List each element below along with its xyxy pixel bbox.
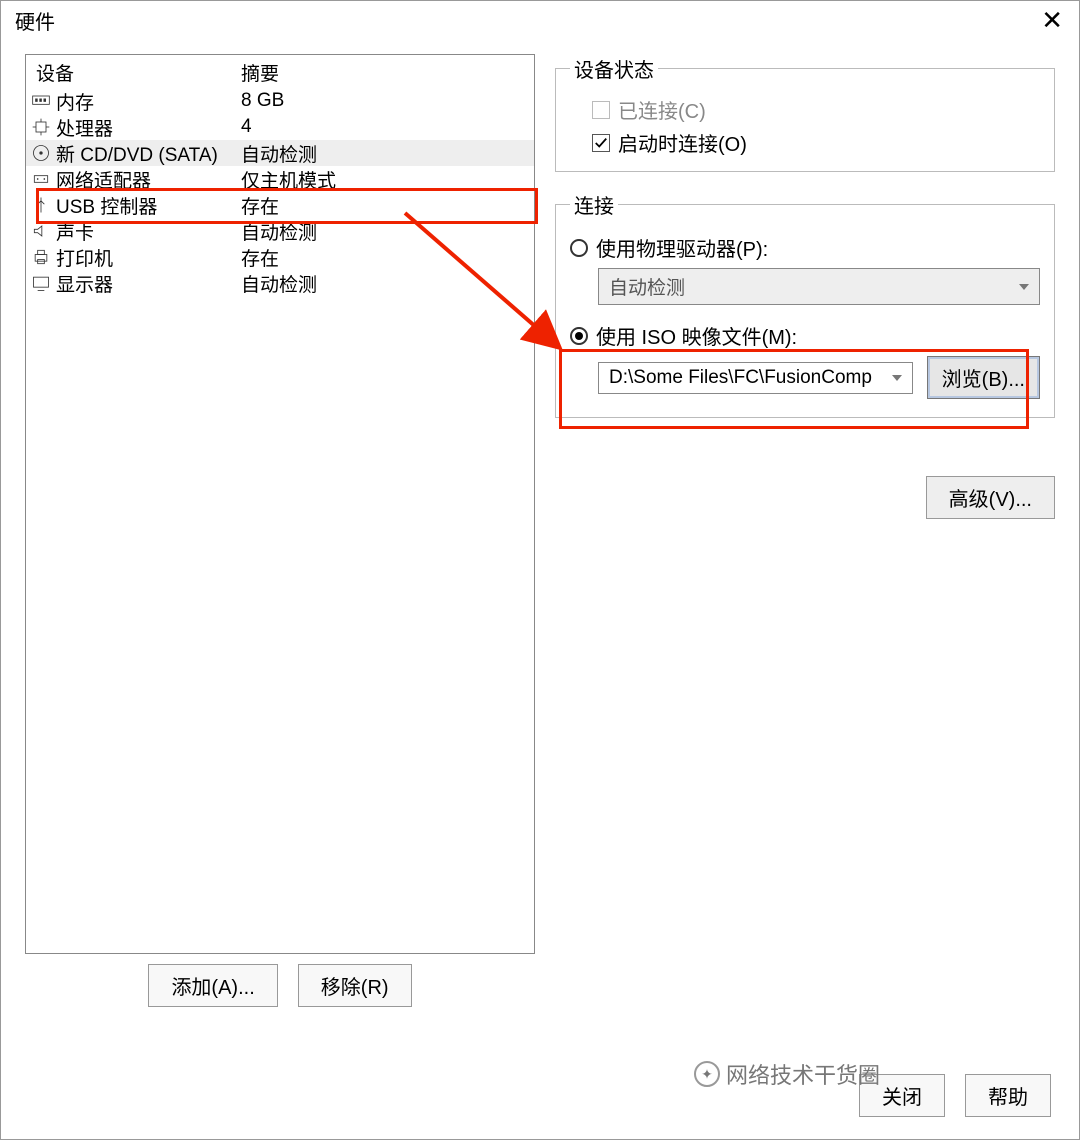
settings-panel: 设备状态 已连接(C) 启动时连接(O) 连接 使用物理驱动器(P): 自动检测 [555, 54, 1055, 1054]
connect-on-power-row[interactable]: 启动时连接(O) [592, 128, 1040, 157]
remove-button[interactable]: 移除(R) [298, 964, 412, 1007]
device-summary: 自动检测 [241, 218, 317, 245]
physical-drive-value: 自动检测 [609, 273, 685, 300]
connected-label: 已连接(C) [618, 95, 706, 124]
watermark: ✦ 网络技术干货圈 [694, 1058, 880, 1090]
chevron-down-icon [1019, 284, 1029, 290]
col-device-header: 设备 [26, 59, 241, 86]
connection-group: 连接 使用物理驱动器(P): 自动检测 使用 ISO 映像文件(M): D:\S… [555, 190, 1055, 418]
device-row-display[interactable]: 显示器 自动检测 [26, 270, 534, 296]
device-row-network[interactable]: 网络适配器 仅主机模式 [26, 166, 534, 192]
device-name: 声卡 [56, 218, 241, 245]
radio-iso[interactable] [570, 327, 588, 345]
status-legend: 设备状态 [570, 54, 658, 83]
device-name: 处理器 [56, 114, 241, 141]
watermark-text: 网络技术干货圈 [726, 1058, 880, 1090]
device-row-sound[interactable]: 声卡 自动检测 [26, 218, 534, 244]
radio-physical[interactable] [570, 239, 588, 257]
device-table: 设备 摘要 内存 8 GB 处理器 4 [25, 54, 535, 954]
table-header: 设备 摘要 [26, 55, 534, 88]
device-summary: 存在 [241, 244, 279, 271]
device-name: 网络适配器 [56, 166, 241, 193]
device-name: USB 控制器 [56, 192, 241, 219]
device-row-usb[interactable]: USB 控制器 存在 [26, 192, 534, 218]
connect-on-power-label: 启动时连接(O) [618, 128, 747, 157]
wechat-icon: ✦ [694, 1061, 720, 1087]
device-name: 内存 [56, 88, 241, 115]
close-icon[interactable]: ✕ [1035, 5, 1069, 36]
device-name: 新 CD/DVD (SATA) [56, 140, 241, 167]
connected-checkbox-row: 已连接(C) [592, 95, 1040, 124]
sound-icon [26, 221, 56, 241]
device-summary: 4 [241, 116, 252, 138]
device-row-memory[interactable]: 内存 8 GB [26, 88, 534, 114]
window-title: 硬件 [15, 6, 55, 35]
connected-checkbox [592, 101, 610, 119]
cpu-icon [26, 117, 56, 137]
device-summary: 自动检测 [241, 140, 317, 167]
iso-path-combo[interactable]: D:\Some Files\FC\FusionComp [598, 362, 913, 394]
device-summary: 8 GB [241, 90, 284, 112]
device-name: 显示器 [56, 270, 241, 297]
device-row-printer[interactable]: 打印机 存在 [26, 244, 534, 270]
device-summary: 自动检测 [241, 270, 317, 297]
iso-path-value: D:\Some Files\FC\FusionComp [609, 367, 872, 389]
memory-icon [26, 91, 56, 111]
device-row-cddvd[interactable]: 新 CD/DVD (SATA) 自动检测 [26, 140, 534, 166]
radio-iso-row[interactable]: 使用 ISO 映像文件(M): [570, 321, 1040, 350]
disc-icon [26, 143, 56, 163]
network-icon [26, 169, 56, 189]
radio-physical-label: 使用物理驱动器(P): [596, 233, 768, 262]
chevron-down-icon [892, 375, 902, 381]
dialog-footer: 关闭 帮助 [1, 1074, 1079, 1139]
device-name: 打印机 [56, 244, 241, 271]
display-icon [26, 273, 56, 293]
connect-on-power-checkbox[interactable] [592, 134, 610, 152]
radio-physical-row[interactable]: 使用物理驱动器(P): [570, 233, 1040, 262]
browse-button[interactable]: 浏览(B)... [927, 356, 1040, 399]
advanced-button[interactable]: 高级(V)... [926, 476, 1055, 519]
hardware-dialog: 硬件 ✕ 设备 摘要 内存 8 GB 处理器 [0, 0, 1080, 1140]
col-summary-header: 摘要 [241, 59, 279, 86]
usb-icon [26, 195, 56, 215]
device-panel: 设备 摘要 内存 8 GB 处理器 4 [25, 54, 535, 1054]
physical-drive-combo: 自动检测 [598, 268, 1040, 305]
device-summary: 仅主机模式 [241, 166, 336, 193]
help-button[interactable]: 帮助 [965, 1074, 1051, 1117]
device-row-cpu[interactable]: 处理器 4 [26, 114, 534, 140]
device-status-group: 设备状态 已连接(C) 启动时连接(O) [555, 54, 1055, 172]
add-button[interactable]: 添加(A)... [148, 964, 277, 1007]
printer-icon [26, 247, 56, 267]
connection-legend: 连接 [570, 190, 618, 219]
device-summary: 存在 [241, 192, 279, 219]
radio-iso-label: 使用 ISO 映像文件(M): [596, 321, 797, 350]
titlebar: 硬件 ✕ [1, 1, 1079, 38]
